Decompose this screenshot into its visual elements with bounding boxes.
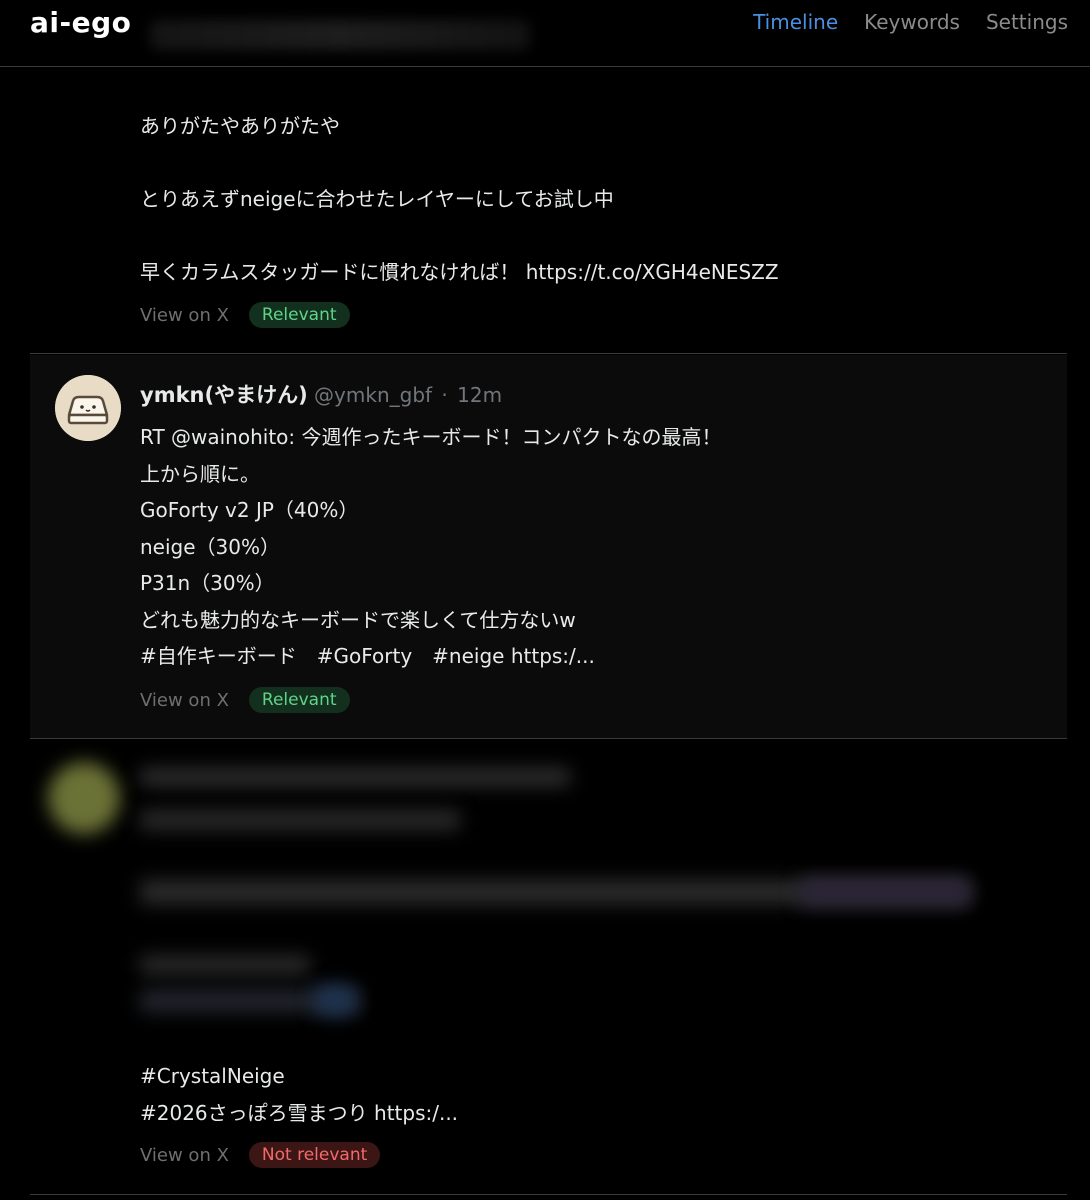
relevance-badge: Not relevant [248, 1142, 381, 1168]
post-time: 12m [457, 383, 503, 407]
author-name[interactable]: ymkn(やまけん) [140, 383, 308, 407]
post-text: ありがたやありがたや とりあえずneigeに合わせたレイヤーにしてお試し中 早く… [140, 114, 779, 284]
post-meta: ymkn(やまけん) @ymkn_gbf · 12m [140, 379, 502, 409]
avatar[interactable] [55, 375, 121, 441]
blurred-region [140, 955, 310, 975]
app-title: ai-ego [30, 6, 132, 39]
meta-separator: · [441, 383, 448, 407]
blurred-region [140, 810, 460, 830]
post-card: ありがたやありがたや とりあえずneigeに合わせたレイヤーにしてお試し中 早く… [30, 68, 1067, 354]
post-text: RT @wainohito: 今週作ったキーボード！コンパクトなの最高！ 上から… [140, 425, 722, 668]
top-bar: ai-ego Timeline Keywords Settings [0, 0, 1090, 67]
post-card: ymkn(やまけん) @ymkn_gbf · 12m RT @wainohito… [30, 355, 1067, 739]
blurred-avatar [48, 762, 120, 834]
post-card: #CrystalNeige #2026さっぽろ雪まつり https:/... V… [30, 740, 1067, 1195]
nav-timeline[interactable]: Timeline [753, 10, 838, 34]
keyboard-keycap-icon [55, 375, 121, 441]
post-actions: View on X Relevant [140, 687, 350, 713]
blurred-region [315, 985, 355, 1015]
post-text: #CrystalNeige #2026さっぽろ雪まつり https:/... [140, 1064, 459, 1125]
blurred-region [140, 768, 570, 786]
view-on-x-link[interactable]: View on X [140, 690, 229, 711]
author-handle: @ymkn_gbf [314, 383, 433, 407]
post-actions: View on X Relevant [140, 302, 350, 328]
relevance-badge: Relevant [248, 302, 350, 328]
view-on-x-link[interactable]: View on X [140, 305, 229, 326]
nav-keywords[interactable]: Keywords [864, 10, 960, 34]
main-nav: Timeline Keywords Settings [753, 10, 1068, 34]
view-on-x-link[interactable]: View on X [140, 1145, 229, 1166]
relevance-badge: Relevant [248, 687, 350, 713]
blurred-region [150, 20, 530, 50]
nav-settings[interactable]: Settings [986, 10, 1068, 34]
blurred-region [800, 878, 970, 906]
post-actions: View on X Not relevant [140, 1142, 381, 1168]
